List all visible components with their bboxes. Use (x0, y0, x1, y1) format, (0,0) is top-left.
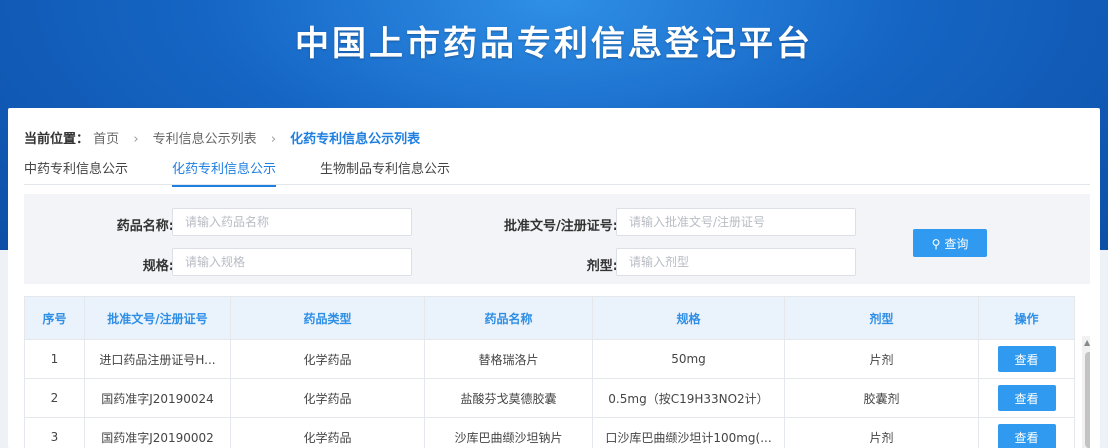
table-row: 2 国药准字J20190024 化学药品 盐酸芬戈莫德胶囊 0.5mg（按C19… (24, 378, 1075, 418)
query-button-label: 查询 (944, 236, 969, 251)
site-title: 中国上市药品专利信息登记平台 (295, 24, 813, 64)
cell-spec: 0.5mg（按C19H33NO2计） (592, 378, 785, 418)
table-scrollbar[interactable]: ▲ (1082, 336, 1090, 448)
cell-drug-type: 化学药品 (230, 417, 425, 448)
view-button[interactable]: 查看 (997, 346, 1056, 372)
col-header-dosage-form: 剂型 (784, 296, 979, 340)
cell-action: 查看 (978, 378, 1075, 418)
tab-tcm[interactable]: 中药专利信息公示 (24, 158, 128, 177)
cell-spec: 50mg (592, 339, 785, 379)
col-header-spec: 规格 (592, 296, 785, 340)
scroll-up-arrow-icon[interactable]: ▲ (1084, 338, 1090, 347)
results-table: 序号 批准文号/注册证号 药品类型 药品名称 规格 剂型 操作 1 进口药品注册… (24, 296, 1075, 448)
form-input[interactable] (616, 248, 856, 276)
breadcrumb-current: 化药专利信息公示列表 (290, 132, 421, 147)
cell-drug-type: 化学药品 (230, 339, 425, 379)
form-label: 剂型: (586, 259, 618, 274)
results-table-container: 序号 批准文号/注册证号 药品类型 药品名称 规格 剂型 操作 1 进口药品注册… (24, 296, 1090, 448)
table-row: 1 进口药品注册证号H... 化学药品 替格瑞洛片 50mg 片剂 查看 (24, 339, 1075, 379)
query-button[interactable]: ⚲ 查询 (913, 229, 987, 257)
cell-drug-type: 化学药品 (230, 378, 425, 418)
table-header-row: 序号 批准文号/注册证号 药品类型 药品名称 规格 剂型 操作 (24, 296, 1075, 340)
spec-input[interactable] (172, 248, 412, 276)
cell-index: 3 (24, 417, 85, 448)
cell-dosage-form: 胶囊剂 (784, 378, 979, 418)
breadcrumb-home[interactable]: 首页 (93, 132, 119, 147)
cell-action: 查看 (978, 339, 1075, 379)
col-header-index: 序号 (24, 296, 85, 340)
cell-approval-no: 国药准字J20190002 (84, 417, 231, 448)
approval-no-label: 批准文号/注册证号: (504, 219, 618, 234)
approval-no-input[interactable] (616, 208, 856, 236)
chevron-right-icon: › (133, 132, 139, 147)
cell-approval-no: 进口药品注册证号H... (84, 339, 231, 379)
cell-dosage-form: 片剂 (784, 339, 979, 379)
col-header-drug-type: 药品类型 (230, 296, 425, 340)
view-button[interactable]: 查看 (997, 385, 1056, 411)
col-header-drug-name: 药品名称 (424, 296, 593, 340)
breadcrumb-patent-list[interactable]: 专利信息公示列表 (153, 132, 257, 147)
category-tabs: 中药专利信息公示 化药专利信息公示 生物制品专利信息公示 (24, 154, 1090, 187)
col-header-approval-no: 批准文号/注册证号 (84, 296, 231, 340)
scrollbar-thumb[interactable] (1085, 352, 1090, 448)
cell-drug-name: 沙库巴曲缬沙坦钠片 (424, 417, 593, 448)
cell-action: 查看 (978, 417, 1075, 448)
spec-label: 规格: (142, 259, 174, 274)
cell-drug-name: 盐酸芬戈莫德胶囊 (424, 378, 593, 418)
search-form: 药品名称: 批准文号/注册证号: 规格: 剂型: ⚲查询 (24, 194, 1090, 284)
breadcrumb: 当前位置： 首页 › 专利信息公示列表 › 化药专利信息公示列表 (24, 128, 420, 147)
cell-spec: 口沙库巴曲缬沙坦计100mg(... (592, 417, 785, 448)
breadcrumb-lead: 当前位置： (24, 132, 90, 147)
cell-index: 1 (24, 339, 85, 379)
cell-approval-no: 国药准字J20190024 (84, 378, 231, 418)
drug-name-input[interactable] (172, 208, 412, 236)
table-row: 3 国药准字J20190002 化学药品 沙库巴曲缬沙坦钠片 口沙库巴曲缬沙坦计… (24, 417, 1075, 448)
tab-biologic[interactable]: 生物制品专利信息公示 (320, 158, 450, 177)
tab-chemical[interactable]: 化药专利信息公示 (172, 158, 277, 187)
view-button[interactable]: 查看 (997, 424, 1056, 448)
drug-name-label: 药品名称: (116, 219, 174, 234)
cell-drug-name: 替格瑞洛片 (424, 339, 593, 379)
cell-index: 2 (24, 378, 85, 418)
content-panel: 当前位置： 首页 › 专利信息公示列表 › 化药专利信息公示列表 中药专利信息公… (8, 108, 1100, 448)
cell-dosage-form: 片剂 (784, 417, 979, 448)
search-icon: ⚲ (931, 236, 941, 251)
chevron-right-icon: › (270, 132, 277, 147)
col-header-action: 操作 (978, 296, 1075, 340)
